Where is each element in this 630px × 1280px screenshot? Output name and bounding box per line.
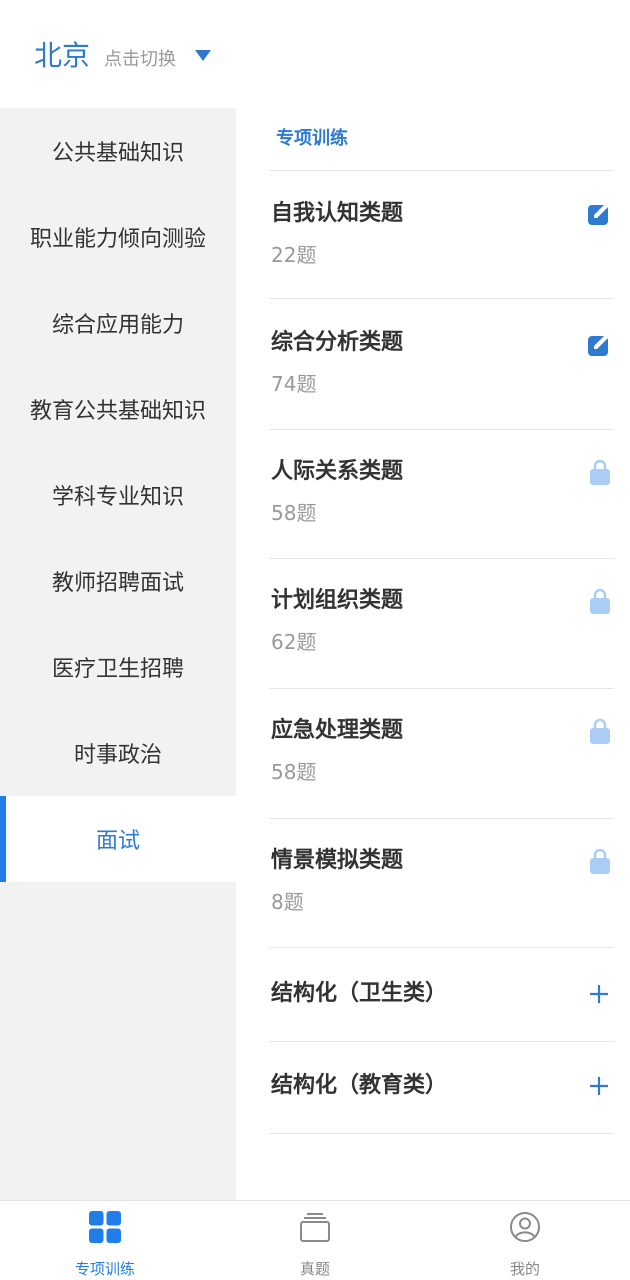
tab-special-training[interactable]: 专项训练 bbox=[0, 1201, 210, 1280]
item-count: 58题 bbox=[271, 501, 317, 525]
sidebar-item-education-basic[interactable]: 教育公共基础知识 bbox=[0, 366, 236, 452]
sidebar-item-label: 医疗卫生招聘 bbox=[51, 657, 184, 682]
main-panel: 专项训练 自我认知类题 22题 综合分析类题 74题 人际关系类题 58题 计划… bbox=[236, 108, 630, 1200]
item-title: 自我认知类题 bbox=[271, 201, 404, 226]
sidebar-item-label: 教师招聘面试 bbox=[51, 571, 184, 596]
sidebar-item-applied-ability[interactable]: 综合应用能力 bbox=[0, 280, 236, 366]
section-title: 专项训练 bbox=[276, 128, 348, 149]
caret-down-icon[interactable] bbox=[195, 50, 211, 61]
header: 北京 点击切换 bbox=[0, 0, 630, 108]
sidebar-item-label: 时事政治 bbox=[73, 743, 162, 768]
sidebar-item-label: 面试 bbox=[95, 829, 140, 854]
item-title: 人际关系类题 bbox=[271, 459, 404, 484]
sidebar-item-label: 教育公共基础知识 bbox=[29, 399, 206, 424]
lock-icon bbox=[590, 848, 610, 878]
sidebar-item-label: 公共基础知识 bbox=[51, 141, 184, 166]
item-title: 结构化（卫生类） bbox=[271, 981, 448, 1006]
item-count: 8题 bbox=[271, 890, 304, 914]
city-switch-label[interactable]: 点击切换 bbox=[104, 48, 176, 72]
grid-icon bbox=[89, 1211, 121, 1243]
stack-icon bbox=[300, 1213, 330, 1242]
user-icon bbox=[510, 1212, 540, 1242]
item-count: 62题 bbox=[271, 630, 317, 654]
tab-past-papers[interactable]: 真题 bbox=[210, 1201, 420, 1280]
sidebar-item-label: 职业能力倾向测验 bbox=[29, 227, 206, 252]
item-title: 应急处理类题 bbox=[271, 718, 404, 743]
list-item[interactable]: 人际关系类题 58题 bbox=[269, 431, 614, 559]
sidebar-item-current-affairs[interactable]: 时事政治 bbox=[0, 710, 236, 796]
sidebar-item-public-basic[interactable]: 公共基础知识 bbox=[0, 108, 236, 194]
list-item[interactable]: 结构化（卫生类） bbox=[269, 949, 614, 1042]
item-title: 计划组织类题 bbox=[271, 588, 404, 613]
list-item[interactable]: 自我认知类题 22题 bbox=[269, 171, 614, 299]
item-count: 74题 bbox=[271, 372, 317, 396]
edit-icon[interactable] bbox=[588, 203, 610, 229]
list-item[interactable]: 应急处理类题 58题 bbox=[269, 690, 614, 819]
item-count: 22题 bbox=[271, 243, 317, 267]
sidebar-item-interview[interactable]: 面试 bbox=[0, 796, 236, 882]
tab-mine[interactable]: 我的 bbox=[420, 1201, 630, 1280]
item-count: 58题 bbox=[271, 760, 317, 784]
sidebar-item-label: 学科专业知识 bbox=[51, 485, 184, 510]
list-item[interactable]: 计划组织类题 62题 bbox=[269, 560, 614, 689]
tab-label: 我的 bbox=[509, 1260, 540, 1278]
sidebar-item-subject-knowledge[interactable]: 学科专业知识 bbox=[0, 452, 236, 538]
plus-icon[interactable] bbox=[588, 1075, 610, 1101]
sidebar-item-teacher-interview[interactable]: 教师招聘面试 bbox=[0, 538, 236, 624]
item-title: 结构化（教育类） bbox=[271, 1073, 448, 1098]
lock-icon bbox=[590, 588, 610, 618]
edit-icon[interactable] bbox=[588, 334, 610, 360]
category-sidebar: 公共基础知识 职业能力倾向测验 综合应用能力 教育公共基础知识 学科专业知识 教… bbox=[0, 108, 236, 1200]
lock-icon bbox=[590, 459, 610, 489]
list-item[interactable]: 情景模拟类题 8题 bbox=[269, 820, 614, 948]
lock-icon bbox=[590, 718, 610, 748]
plus-icon[interactable] bbox=[588, 983, 610, 1009]
list-item[interactable]: 综合分析类题 74题 bbox=[269, 300, 614, 430]
item-title: 情景模拟类题 bbox=[271, 848, 404, 873]
bottom-tab-bar: 专项训练 真题 我的 bbox=[0, 1200, 630, 1280]
sidebar-item-aptitude-test[interactable]: 职业能力倾向测验 bbox=[0, 194, 236, 280]
sidebar-item-label: 综合应用能力 bbox=[51, 313, 184, 338]
sidebar-item-medical-recruit[interactable]: 医疗卫生招聘 bbox=[0, 624, 236, 710]
tab-label: 真题 bbox=[299, 1260, 330, 1278]
list-item[interactable]: 结构化（教育类） bbox=[269, 1043, 614, 1134]
item-title: 综合分析类题 bbox=[271, 330, 404, 355]
city-name[interactable]: 北京 bbox=[34, 38, 90, 74]
tab-label: 专项训练 bbox=[74, 1260, 135, 1278]
